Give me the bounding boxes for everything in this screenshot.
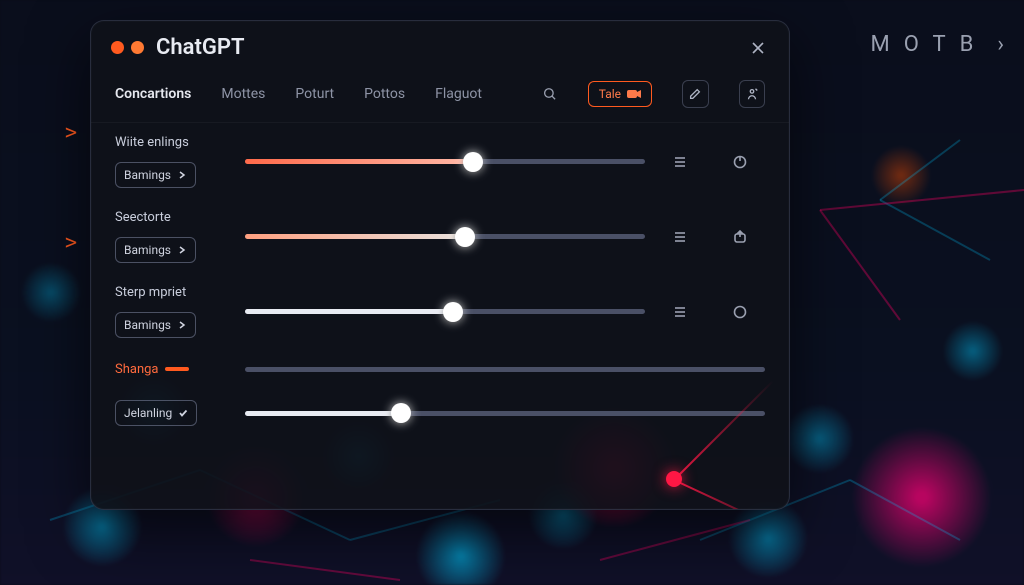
pencil-icon <box>688 87 702 101</box>
dropdown-label: Jelanling <box>124 406 172 420</box>
dropdown-bamings-3[interactable]: Bamings <box>115 312 196 338</box>
titlebar: ChatGPT <box>91 21 789 66</box>
menu-icon <box>672 154 688 170</box>
slider-bottom[interactable] <box>245 404 765 422</box>
person-button[interactable] <box>739 80 765 108</box>
export-icon <box>732 229 748 245</box>
bg-prompt-glyph-2: > <box>65 230 77 254</box>
edit-button[interactable] <box>682 80 708 108</box>
content-area: Wiite enlings Bamings Seectorte <box>91 123 789 442</box>
close-icon <box>751 41 765 55</box>
slider-shanga[interactable] <box>245 360 765 378</box>
tab-concartions[interactable]: Concartions <box>115 86 191 102</box>
overlay-red-line <box>674 479 784 510</box>
tab-bar: Concartions Mottes Poturt Pottos Flaguot… <box>91 66 789 123</box>
camera-icon <box>627 89 641 99</box>
slider-2[interactable] <box>245 228 645 246</box>
chevron-right-icon <box>177 170 187 180</box>
bg-top-text: MOTB› <box>871 32 1005 57</box>
app-title: ChatGPT <box>156 35 245 60</box>
list-button-3[interactable] <box>665 297 695 327</box>
chevron-right-icon <box>177 245 187 255</box>
person-raise-icon <box>745 87 759 101</box>
dropdown-jelanling[interactable]: Jelanling <box>115 400 197 426</box>
window-dot-1[interactable] <box>111 41 124 54</box>
tale-chip[interactable]: Tale <box>588 81 652 107</box>
tale-chip-label: Tale <box>599 87 621 101</box>
chevron-right-icon <box>177 320 187 330</box>
bg-prompt-glyph-1: > <box>65 120 77 144</box>
tab-mottes[interactable]: Mottes <box>221 86 265 102</box>
close-button[interactable] <box>747 37 769 59</box>
power-icon <box>732 154 748 170</box>
row-wiite-enlings: Wiite enlings Bamings <box>115 135 765 188</box>
row-sterp-mpriet: Sterp mpriet Bamings <box>115 285 765 338</box>
dropdown-label: Bamings <box>124 243 171 257</box>
row-jelanling: Jelanling <box>115 400 765 426</box>
settings-panel: ChatGPT Concartions Mottes Poturt Pottos… <box>90 20 790 510</box>
row-label: Seectorte <box>115 210 225 225</box>
circle-button-3[interactable] <box>725 297 755 327</box>
window-dot-2[interactable] <box>131 41 144 54</box>
power-button-1[interactable] <box>725 147 755 177</box>
dropdown-bamings-1[interactable]: Bamings <box>115 162 196 188</box>
list-button-2[interactable] <box>665 222 695 252</box>
row-shanga: Shanga <box>115 360 765 378</box>
row-label: Sterp mpriet <box>115 285 225 300</box>
row-label-shanga: Shanga <box>115 362 225 377</box>
slider-3[interactable] <box>245 303 645 321</box>
tab-pottos[interactable]: Pottos <box>364 86 405 102</box>
check-icon <box>178 408 188 418</box>
dropdown-bamings-2[interactable]: Bamings <box>115 237 196 263</box>
tab-poturt[interactable]: Poturt <box>295 86 334 102</box>
export-button-2[interactable] <box>725 222 755 252</box>
window-dots <box>111 41 144 54</box>
slider-1[interactable] <box>245 153 645 171</box>
circle-icon <box>732 304 748 320</box>
shanga-accent-mark <box>165 367 189 371</box>
dropdown-label: Bamings <box>124 168 171 182</box>
row-seectorte: Seectorte Bamings <box>115 210 765 263</box>
menu-icon <box>672 229 688 245</box>
menu-icon <box>672 304 688 320</box>
dropdown-label: Bamings <box>124 318 171 332</box>
search-icon[interactable] <box>542 85 558 103</box>
row-label: Wiite enlings <box>115 135 225 150</box>
tab-flaguot[interactable]: Flaguot <box>435 86 482 102</box>
list-button-1[interactable] <box>665 147 695 177</box>
